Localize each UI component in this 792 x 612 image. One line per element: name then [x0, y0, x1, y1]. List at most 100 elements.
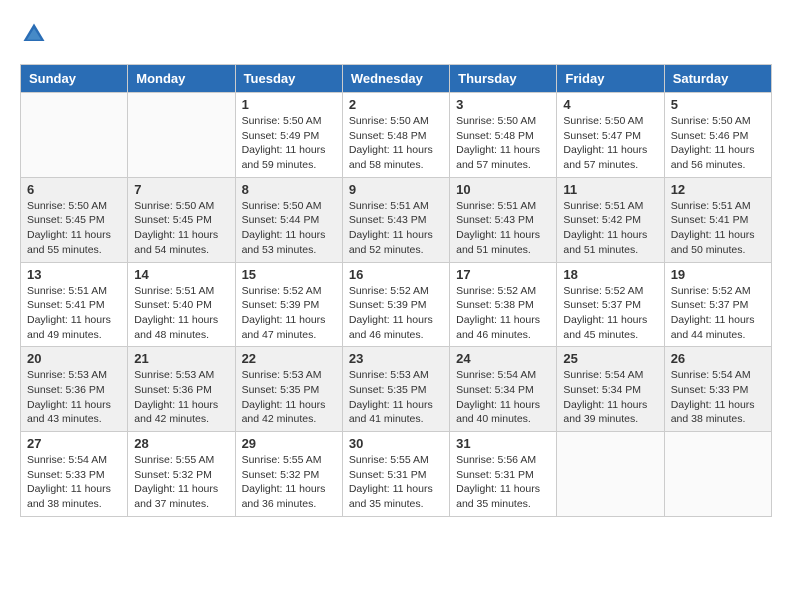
day-number: 18 [563, 267, 657, 282]
day-number: 23 [349, 351, 443, 366]
calendar-cell: 7 Sunrise: 5:50 AMSunset: 5:45 PMDayligh… [128, 177, 235, 262]
day-info: Sunrise: 5:51 AMSunset: 5:41 PMDaylight:… [27, 284, 121, 343]
day-number: 28 [134, 436, 228, 451]
day-number: 24 [456, 351, 550, 366]
calendar-week-row: 13 Sunrise: 5:51 AMSunset: 5:41 PMDaylig… [21, 262, 772, 347]
calendar-cell: 28 Sunrise: 5:55 AMSunset: 5:32 PMDaylig… [128, 432, 235, 517]
day-number: 6 [27, 182, 121, 197]
calendar-cell: 11 Sunrise: 5:51 AMSunset: 5:42 PMDaylig… [557, 177, 664, 262]
day-info: Sunrise: 5:52 AMSunset: 5:38 PMDaylight:… [456, 284, 550, 343]
day-number: 2 [349, 97, 443, 112]
calendar-cell: 12 Sunrise: 5:51 AMSunset: 5:41 PMDaylig… [664, 177, 771, 262]
calendar-cell: 18 Sunrise: 5:52 AMSunset: 5:37 PMDaylig… [557, 262, 664, 347]
calendar-cell: 9 Sunrise: 5:51 AMSunset: 5:43 PMDayligh… [342, 177, 449, 262]
day-info: Sunrise: 5:53 AMSunset: 5:36 PMDaylight:… [27, 368, 121, 427]
calendar-cell: 2 Sunrise: 5:50 AMSunset: 5:48 PMDayligh… [342, 93, 449, 178]
day-number: 5 [671, 97, 765, 112]
day-number: 8 [242, 182, 336, 197]
day-info: Sunrise: 5:52 AMSunset: 5:39 PMDaylight:… [242, 284, 336, 343]
day-info: Sunrise: 5:54 AMSunset: 5:34 PMDaylight:… [563, 368, 657, 427]
calendar-cell [128, 93, 235, 178]
calendar-cell: 4 Sunrise: 5:50 AMSunset: 5:47 PMDayligh… [557, 93, 664, 178]
calendar-cell: 8 Sunrise: 5:50 AMSunset: 5:44 PMDayligh… [235, 177, 342, 262]
day-info: Sunrise: 5:51 AMSunset: 5:41 PMDaylight:… [671, 199, 765, 258]
day-info: Sunrise: 5:55 AMSunset: 5:32 PMDaylight:… [134, 453, 228, 512]
day-info: Sunrise: 5:50 AMSunset: 5:44 PMDaylight:… [242, 199, 336, 258]
day-info: Sunrise: 5:50 AMSunset: 5:47 PMDaylight:… [563, 114, 657, 173]
day-info: Sunrise: 5:55 AMSunset: 5:32 PMDaylight:… [242, 453, 336, 512]
day-number: 26 [671, 351, 765, 366]
calendar-cell: 27 Sunrise: 5:54 AMSunset: 5:33 PMDaylig… [21, 432, 128, 517]
page-header [20, 20, 772, 48]
day-info: Sunrise: 5:51 AMSunset: 5:43 PMDaylight:… [456, 199, 550, 258]
day-number: 3 [456, 97, 550, 112]
day-info: Sunrise: 5:56 AMSunset: 5:31 PMDaylight:… [456, 453, 550, 512]
day-info: Sunrise: 5:53 AMSunset: 5:35 PMDaylight:… [242, 368, 336, 427]
calendar-cell: 13 Sunrise: 5:51 AMSunset: 5:41 PMDaylig… [21, 262, 128, 347]
calendar-cell: 26 Sunrise: 5:54 AMSunset: 5:33 PMDaylig… [664, 347, 771, 432]
day-number: 17 [456, 267, 550, 282]
day-info: Sunrise: 5:54 AMSunset: 5:33 PMDaylight:… [27, 453, 121, 512]
day-number: 10 [456, 182, 550, 197]
day-info: Sunrise: 5:53 AMSunset: 5:35 PMDaylight:… [349, 368, 443, 427]
day-number: 1 [242, 97, 336, 112]
day-number: 11 [563, 182, 657, 197]
day-info: Sunrise: 5:50 AMSunset: 5:45 PMDaylight:… [134, 199, 228, 258]
weekday-header: Sunday [21, 65, 128, 93]
day-number: 13 [27, 267, 121, 282]
day-number: 15 [242, 267, 336, 282]
calendar-cell: 17 Sunrise: 5:52 AMSunset: 5:38 PMDaylig… [450, 262, 557, 347]
day-number: 25 [563, 351, 657, 366]
calendar-cell: 29 Sunrise: 5:55 AMSunset: 5:32 PMDaylig… [235, 432, 342, 517]
weekday-header: Wednesday [342, 65, 449, 93]
calendar-cell: 16 Sunrise: 5:52 AMSunset: 5:39 PMDaylig… [342, 262, 449, 347]
day-number: 20 [27, 351, 121, 366]
day-info: Sunrise: 5:52 AMSunset: 5:39 PMDaylight:… [349, 284, 443, 343]
day-info: Sunrise: 5:54 AMSunset: 5:34 PMDaylight:… [456, 368, 550, 427]
weekday-header-row: SundayMondayTuesdayWednesdayThursdayFrid… [21, 65, 772, 93]
weekday-header: Monday [128, 65, 235, 93]
calendar-cell: 23 Sunrise: 5:53 AMSunset: 5:35 PMDaylig… [342, 347, 449, 432]
day-info: Sunrise: 5:50 AMSunset: 5:49 PMDaylight:… [242, 114, 336, 173]
calendar-cell [21, 93, 128, 178]
logo-icon [20, 20, 48, 48]
day-number: 19 [671, 267, 765, 282]
weekday-header: Friday [557, 65, 664, 93]
calendar-cell [557, 432, 664, 517]
day-number: 29 [242, 436, 336, 451]
calendar-cell: 22 Sunrise: 5:53 AMSunset: 5:35 PMDaylig… [235, 347, 342, 432]
weekday-header: Tuesday [235, 65, 342, 93]
day-number: 14 [134, 267, 228, 282]
day-info: Sunrise: 5:53 AMSunset: 5:36 PMDaylight:… [134, 368, 228, 427]
day-number: 16 [349, 267, 443, 282]
day-number: 4 [563, 97, 657, 112]
day-info: Sunrise: 5:51 AMSunset: 5:40 PMDaylight:… [134, 284, 228, 343]
day-number: 7 [134, 182, 228, 197]
calendar-week-row: 27 Sunrise: 5:54 AMSunset: 5:33 PMDaylig… [21, 432, 772, 517]
calendar-cell: 24 Sunrise: 5:54 AMSunset: 5:34 PMDaylig… [450, 347, 557, 432]
day-info: Sunrise: 5:50 AMSunset: 5:48 PMDaylight:… [456, 114, 550, 173]
day-number: 30 [349, 436, 443, 451]
logo [20, 20, 52, 48]
calendar-cell: 19 Sunrise: 5:52 AMSunset: 5:37 PMDaylig… [664, 262, 771, 347]
day-number: 12 [671, 182, 765, 197]
day-info: Sunrise: 5:52 AMSunset: 5:37 PMDaylight:… [563, 284, 657, 343]
calendar-cell: 20 Sunrise: 5:53 AMSunset: 5:36 PMDaylig… [21, 347, 128, 432]
day-info: Sunrise: 5:50 AMSunset: 5:45 PMDaylight:… [27, 199, 121, 258]
day-info: Sunrise: 5:52 AMSunset: 5:37 PMDaylight:… [671, 284, 765, 343]
day-number: 27 [27, 436, 121, 451]
day-info: Sunrise: 5:54 AMSunset: 5:33 PMDaylight:… [671, 368, 765, 427]
day-number: 21 [134, 351, 228, 366]
calendar-cell: 10 Sunrise: 5:51 AMSunset: 5:43 PMDaylig… [450, 177, 557, 262]
calendar: SundayMondayTuesdayWednesdayThursdayFrid… [20, 64, 772, 517]
calendar-week-row: 1 Sunrise: 5:50 AMSunset: 5:49 PMDayligh… [21, 93, 772, 178]
calendar-cell: 30 Sunrise: 5:55 AMSunset: 5:31 PMDaylig… [342, 432, 449, 517]
day-number: 9 [349, 182, 443, 197]
day-number: 31 [456, 436, 550, 451]
calendar-cell [664, 432, 771, 517]
calendar-week-row: 20 Sunrise: 5:53 AMSunset: 5:36 PMDaylig… [21, 347, 772, 432]
calendar-cell: 3 Sunrise: 5:50 AMSunset: 5:48 PMDayligh… [450, 93, 557, 178]
calendar-cell: 14 Sunrise: 5:51 AMSunset: 5:40 PMDaylig… [128, 262, 235, 347]
weekday-header: Thursday [450, 65, 557, 93]
day-info: Sunrise: 5:51 AMSunset: 5:42 PMDaylight:… [563, 199, 657, 258]
